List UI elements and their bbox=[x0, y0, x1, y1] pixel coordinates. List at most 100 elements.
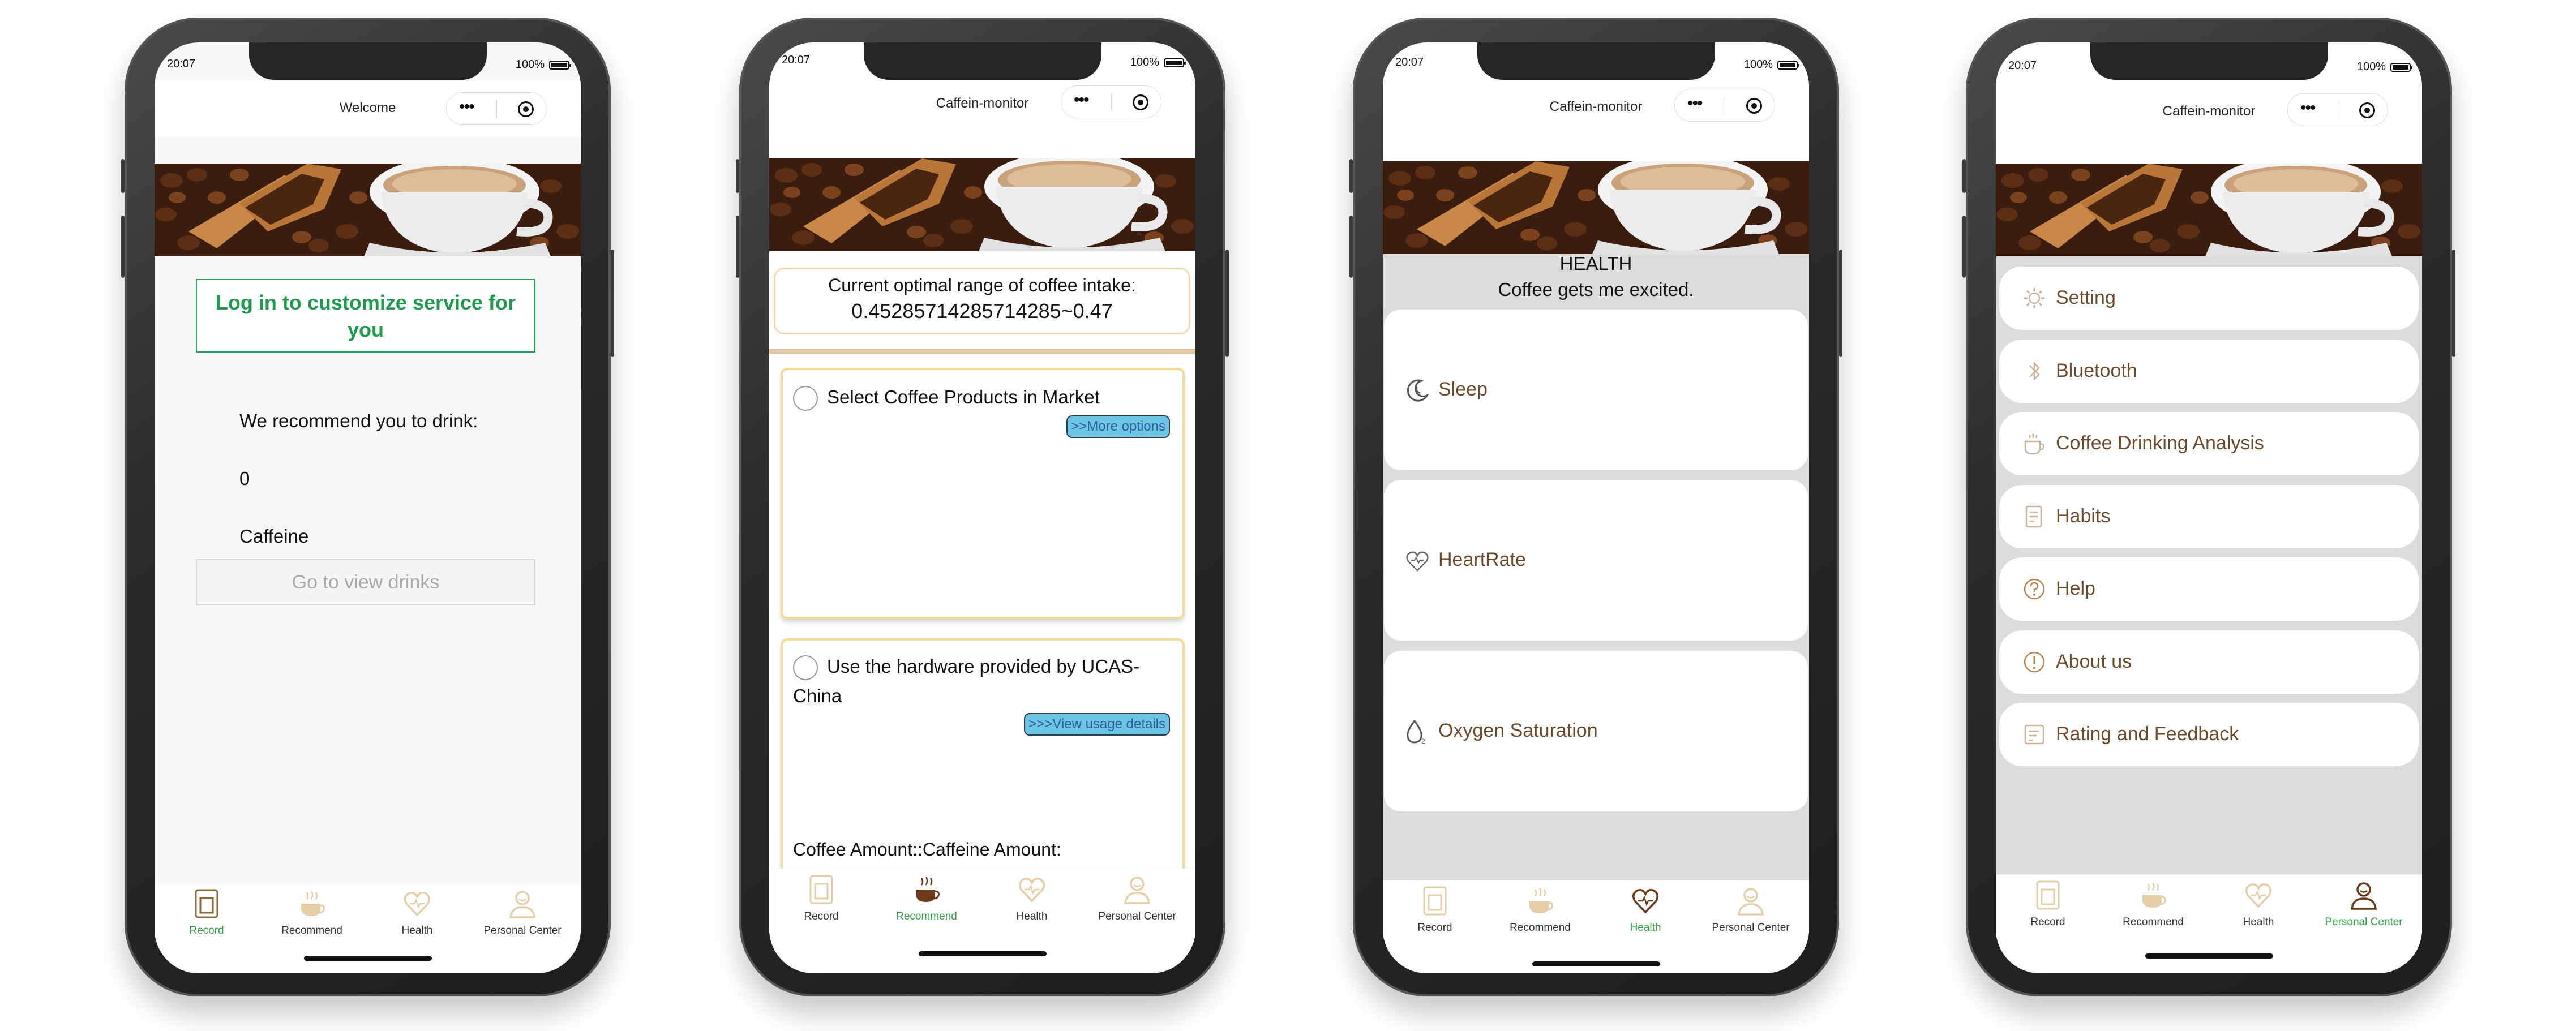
more-options-link[interactable]: >>More options bbox=[1066, 415, 1170, 438]
menu-label: Coffee Drinking Analysis bbox=[2056, 432, 2264, 454]
tab-personal-center[interactable]: Personal Center bbox=[1092, 874, 1182, 923]
more-icon[interactable]: ••• bbox=[1687, 95, 1703, 112]
battery-icon bbox=[549, 60, 571, 70]
card-label: HeartRate bbox=[1438, 549, 1526, 570]
menu-label: About us bbox=[2056, 651, 2132, 672]
person-icon bbox=[2350, 879, 2378, 911]
heart-pulse-icon bbox=[1404, 548, 1430, 574]
caffeine-amount: 0 bbox=[239, 468, 250, 489]
view-usage-link[interactable]: >>>View usage details bbox=[1024, 713, 1170, 736]
menu-label: Help bbox=[2056, 578, 2095, 599]
caffeine-unit: Caffeine bbox=[239, 526, 309, 547]
close-target-icon[interactable] bbox=[2359, 102, 2375, 118]
coffee-icon bbox=[298, 888, 326, 920]
tab-label: Record bbox=[2030, 916, 2065, 928]
battery-percent: 100% bbox=[1743, 58, 1773, 71]
intake-range-box: Current optimal range of coffee intake: … bbox=[774, 268, 1190, 334]
status-time: 20:07 bbox=[782, 54, 811, 66]
option-radio[interactable] bbox=[793, 655, 818, 680]
menu-item-about[interactable]: About us bbox=[1999, 630, 2419, 694]
heart-icon bbox=[2244, 879, 2273, 911]
tab-bar: Record Recommend Health Personal Center bbox=[1383, 880, 1809, 973]
menu-item-bluetooth[interactable]: Bluetooth bbox=[1999, 340, 2419, 403]
tab-label: Record bbox=[1417, 922, 1452, 934]
screen: 20:07 100% Welcome ••• Log in to customi… bbox=[155, 42, 581, 973]
battery-percent: 100% bbox=[1130, 56, 1159, 68]
menu-item-help[interactable]: Help bbox=[1999, 557, 2419, 621]
battery-percent: 100% bbox=[515, 58, 545, 71]
recommend-label: We recommend you to drink: bbox=[239, 410, 478, 431]
tab-personal-center[interactable]: Personal Center bbox=[2318, 879, 2409, 929]
oxygen-card[interactable]: Oxygen Saturation bbox=[1384, 651, 1808, 811]
tab-record[interactable]: Record bbox=[776, 874, 867, 923]
nav-bar: Caffein-monitor ••• bbox=[769, 75, 1195, 132]
card-label: Oxygen Saturation bbox=[1438, 720, 1598, 741]
status-time: 20:07 bbox=[1395, 56, 1424, 68]
tab-record[interactable]: Record bbox=[161, 888, 252, 937]
gear-icon bbox=[2022, 286, 2047, 311]
menu-label: Habits bbox=[2056, 505, 2111, 527]
menu-item-habits[interactable]: Habits bbox=[1999, 485, 2419, 548]
menu-item-setting[interactable]: Setting bbox=[1999, 267, 2419, 330]
coffee-icon bbox=[912, 874, 941, 905]
battery-icon bbox=[2390, 62, 2412, 72]
tab-label: Personal Center bbox=[1098, 910, 1176, 922]
sleep-card[interactable]: Sleep bbox=[1384, 310, 1808, 470]
option-card-market: Select Coffee Products in Market >>More … bbox=[781, 368, 1185, 619]
tab-record[interactable]: Record bbox=[2003, 879, 2093, 929]
tab-health[interactable]: Health bbox=[1600, 885, 1691, 934]
tab-health[interactable]: Health bbox=[372, 888, 462, 937]
tab-personal-center[interactable]: Personal Center bbox=[1705, 885, 1796, 934]
record-icon bbox=[807, 874, 835, 905]
tab-label: Personal Center bbox=[2325, 916, 2403, 928]
close-target-icon[interactable] bbox=[1133, 94, 1148, 110]
login-button[interactable]: Log in to customize service for you bbox=[196, 279, 535, 353]
close-target-icon[interactable] bbox=[518, 101, 534, 117]
health-subtitle: Coffee gets me excited. bbox=[1498, 279, 1694, 300]
more-icon[interactable]: ••• bbox=[1074, 92, 1089, 109]
info-icon bbox=[2022, 650, 2047, 675]
more-icon[interactable]: ••• bbox=[459, 98, 474, 115]
bluetooth-icon bbox=[2022, 359, 2047, 384]
screen: 20:07 100% Caffein-monitor ••• HEALTH Co… bbox=[1383, 42, 1809, 973]
nav-bar: Welcome ••• bbox=[155, 81, 581, 138]
notch bbox=[2090, 42, 2328, 80]
notch bbox=[863, 42, 1101, 80]
tab-recommend[interactable]: Recommend bbox=[2108, 879, 2198, 929]
tab-label: Recommend bbox=[896, 910, 957, 922]
coffee-banner bbox=[155, 164, 581, 256]
option-label: Use the hardware provided by UCAS- bbox=[827, 656, 1140, 677]
option-radio[interactable] bbox=[793, 386, 818, 411]
tab-recommend[interactable]: Recommend bbox=[1495, 885, 1585, 934]
tab-record[interactable]: Record bbox=[1390, 885, 1480, 934]
menu-label: Setting bbox=[2056, 287, 2116, 308]
coffee-banner bbox=[769, 158, 1195, 251]
heartrate-card[interactable]: HeartRate bbox=[1384, 480, 1808, 641]
cup-icon bbox=[2022, 431, 2047, 456]
more-icon[interactable]: ••• bbox=[2300, 100, 2316, 117]
tab-health[interactable]: Health bbox=[2213, 879, 2304, 929]
battery-icon bbox=[1777, 60, 1799, 70]
phone-2: 20:07 100% Caffein-monitor ••• Current o… bbox=[736, 18, 1229, 996]
menu-label: Rating and Feedback bbox=[2056, 723, 2239, 745]
tab-recommend[interactable]: Recommend bbox=[881, 874, 972, 923]
menu-label: Bluetooth bbox=[2056, 360, 2137, 381]
range-label: Current optimal range of coffee intake: bbox=[828, 275, 1136, 295]
close-target-icon[interactable] bbox=[1746, 98, 1762, 114]
document-icon bbox=[2022, 504, 2047, 529]
phone-3: 20:07 100% Caffein-monitor ••• HEALTH Co… bbox=[1349, 18, 1842, 996]
option-label: Select Coffee Products in Market bbox=[827, 386, 1100, 407]
phone-1: 20:07 100% Welcome ••• Log in to customi… bbox=[121, 18, 614, 996]
tab-recommend[interactable]: Recommend bbox=[267, 888, 357, 937]
person-icon bbox=[508, 888, 537, 920]
phone-4: 20:07 100% Caffein-monitor ••• Setting B… bbox=[1962, 18, 2455, 996]
view-drinks-button[interactable]: Go to view drinks bbox=[196, 559, 535, 605]
menu-item-feedback[interactable]: Rating and Feedback bbox=[1999, 703, 2419, 766]
tab-health[interactable]: Health bbox=[987, 874, 1077, 923]
tab-personal-center[interactable]: Personal Center bbox=[477, 888, 568, 937]
menu-item-analysis[interactable]: Coffee Drinking Analysis bbox=[1999, 412, 2419, 475]
mini-program-capsule: ••• bbox=[2287, 93, 2388, 126]
help-icon bbox=[2022, 577, 2047, 602]
battery-icon bbox=[1164, 58, 1186, 67]
person-icon bbox=[1123, 874, 1151, 905]
